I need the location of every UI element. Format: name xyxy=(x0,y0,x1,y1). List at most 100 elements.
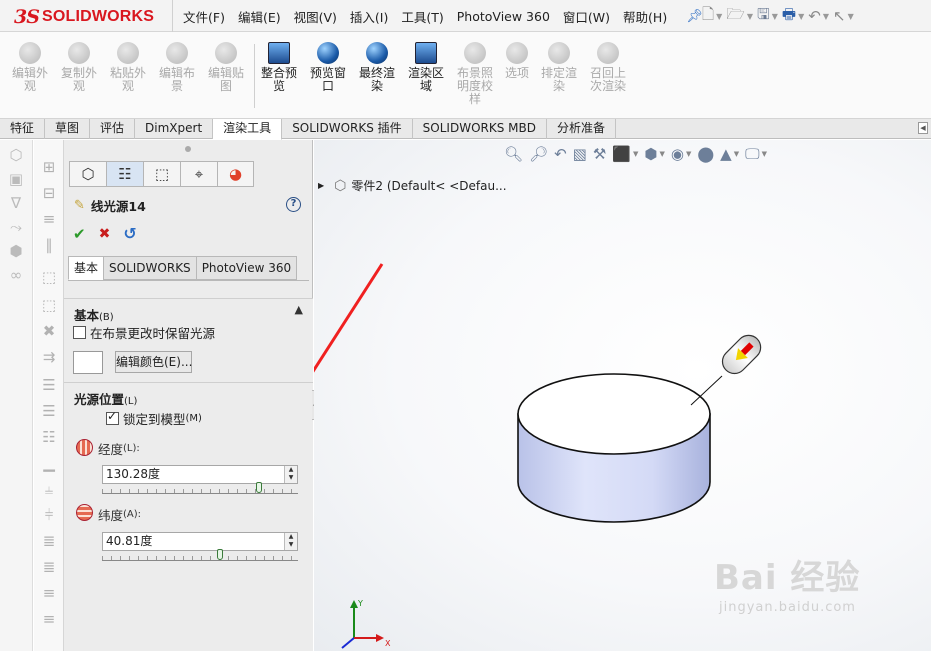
property-manager-icon[interactable]: ▣ xyxy=(7,170,25,188)
align-icon[interactable]: ≣ xyxy=(40,532,58,550)
tab-solidworks-mbd[interactable]: SOLIDWORKS MBD xyxy=(413,119,547,139)
latitude-spinner[interactable]: ▲ ▼ xyxy=(284,533,297,550)
paste-appearance-button[interactable]: 粘贴外观 xyxy=(104,42,152,93)
tab-solidworks-addins[interactable]: SOLIDWORKS 插件 xyxy=(282,119,413,139)
feature-manager-tab[interactable]: ⬡ xyxy=(69,161,106,187)
latitude-input[interactable]: 40.81度 ▲ ▼ xyxy=(102,532,298,551)
tab-photoview[interactable]: PhotoView 360 xyxy=(195,256,298,280)
align-icon[interactable]: ⬚ xyxy=(40,296,58,314)
align-icon[interactable]: ⫨ xyxy=(40,480,58,498)
collapse-ribbon-button[interactable]: ◀ xyxy=(918,122,928,134)
pin-icon[interactable]: 📌︎ xyxy=(686,9,703,24)
tab-solidworks[interactable]: SOLIDWORKS xyxy=(103,256,196,280)
longitude-slider[interactable] xyxy=(102,482,298,494)
schedule-render-button[interactable]: 排定渲染 xyxy=(535,42,583,93)
chevron-up-icon[interactable]: ▲ xyxy=(295,303,303,316)
align-icon[interactable]: ≡ xyxy=(40,610,58,628)
solidworks-logo[interactable]: 3S SOLIDWORKS xyxy=(14,6,154,28)
tab-sketch[interactable]: 草图 xyxy=(45,119,91,139)
new-document-icon: 🗋 xyxy=(702,4,715,23)
menu-tools[interactable]: 工具(T) xyxy=(401,7,443,26)
panel-grip[interactable] xyxy=(185,146,191,152)
ok-button[interactable]: ✔ xyxy=(73,225,86,243)
align-icon[interactable]: ✖ xyxy=(40,322,58,340)
edit-decal-button[interactable]: 编辑贴图 xyxy=(202,42,250,93)
line-light-glyph[interactable] xyxy=(690,330,766,406)
latitude-slider-thumb[interactable] xyxy=(217,549,223,560)
tab-basic[interactable]: 基本 xyxy=(68,256,104,280)
tab-evaluate[interactable]: 评估 xyxy=(90,119,136,139)
align-icon[interactable]: ▁ xyxy=(40,454,58,472)
longitude-spinner[interactable]: ▲ ▼ xyxy=(284,466,297,483)
align-icon[interactable]: ⊟ xyxy=(40,184,58,202)
longitude-input[interactable]: 130.28度 ▲ ▼ xyxy=(102,465,298,484)
align-icon[interactable]: ⊞ xyxy=(40,158,58,176)
save-button[interactable]: 🖫 ▼ xyxy=(757,4,778,29)
button-label: 编辑贴 xyxy=(207,66,244,80)
dimxpert-manager-tab[interactable]: ⌖ xyxy=(180,161,217,187)
menu-help[interactable]: 帮助(H) xyxy=(623,7,667,26)
select-button[interactable]: ↖ ▼ xyxy=(833,7,854,25)
align-icon[interactable]: ☰ xyxy=(40,402,58,420)
feature-manager-icon[interactable]: ⬡ xyxy=(7,146,25,164)
open-button[interactable]: 🗁 ▼ xyxy=(726,4,753,29)
display-manager-tab[interactable]: ◕ xyxy=(217,161,254,187)
lock-to-model-checkbox[interactable] xyxy=(106,409,119,425)
tab-analysis-prep[interactable]: 分析准备 xyxy=(547,119,616,139)
keep-light-checkbox-row[interactable]: 在布景更改时保留光源 xyxy=(73,323,215,342)
integrated-preview-button[interactable]: 整合预览 xyxy=(255,42,303,93)
align-icon[interactable]: ≣ xyxy=(40,558,58,576)
render-region-button[interactable]: 渲染区域 xyxy=(402,42,450,93)
configuration-icon[interactable]: ∇ xyxy=(7,194,25,212)
menu-edit[interactable]: 编辑(E) xyxy=(238,7,281,26)
property-manager-tab[interactable]: ☷ xyxy=(106,161,143,187)
align-icon[interactable]: ⇉ xyxy=(40,348,58,366)
undo-button[interactable]: ↶ ▼ xyxy=(808,7,829,25)
help-icon[interactable]: ? xyxy=(286,197,301,212)
menu-file[interactable]: 文件(F) xyxy=(183,7,225,26)
configuration-manager-tab[interactable]: ⬚ xyxy=(143,161,180,187)
align-icon[interactable]: ⫩ xyxy=(40,506,58,524)
align-icon[interactable]: ⬚ xyxy=(40,268,58,286)
annotation-arrow xyxy=(314,263,384,373)
lock-to-model-row[interactable]: 锁定到模型(M) xyxy=(106,409,202,428)
print-button[interactable]: 🖶 ▼ xyxy=(782,4,804,29)
preview-window-button[interactable]: 预览窗口 xyxy=(304,42,352,93)
group-heading[interactable]: 基本(B) xyxy=(74,305,114,324)
cancel-button[interactable]: ✖ xyxy=(99,226,111,242)
keep-light-checkbox[interactable] xyxy=(73,326,86,339)
tab-dimxpert[interactable]: DimXpert xyxy=(135,119,214,139)
latitude-slider[interactable] xyxy=(102,549,298,561)
panel-title: ✎ 线光源14 xyxy=(74,196,146,215)
options-button[interactable]: 选项 xyxy=(493,42,541,80)
edit-scene-button[interactable]: 编辑布景 xyxy=(153,42,201,93)
menu-photoview[interactable]: PhotoView 360 xyxy=(457,9,550,24)
align-icon[interactable]: ≡ xyxy=(40,210,58,228)
recall-last-render-button[interactable]: 召回上 次渲染 xyxy=(584,42,632,93)
graphics-viewport[interactable]: 🔍︎ 🔎︎ ↶ ▧ ⚒ ⬛ ▼ ⬢ ▼ ◉ ▼ ⬤ ▲ ▼ 🖵︎ ▼ ▶ ⬡ 零件2 (D… xyxy=(314,140,931,651)
new-document-button[interactable]: 🗋 ▼ xyxy=(702,4,722,29)
longitude-slider-thumb[interactable] xyxy=(256,482,262,493)
tab-features[interactable]: 特征 xyxy=(0,119,46,139)
copy-appearance-button[interactable]: 复制外观 xyxy=(55,42,103,93)
edit-color-button[interactable]: 编辑颜色(E)... xyxy=(115,351,192,373)
group-heading[interactable]: 光源位置(L) xyxy=(74,389,137,408)
final-render-button[interactable]: 最终渲染 xyxy=(353,42,401,93)
menu-window[interactable]: 窗口(W) xyxy=(563,7,610,26)
undo-button[interactable]: ↺ xyxy=(123,224,136,243)
sketch-tool-icon[interactable]: ∞ xyxy=(7,266,25,284)
menu-insert[interactable]: 插入(I) xyxy=(350,7,388,26)
align-icon[interactable]: ☷ xyxy=(40,428,58,446)
menu-view[interactable]: 视图(V) xyxy=(294,7,337,26)
edit-appearance-button[interactable]: 编辑外观 xyxy=(6,42,54,93)
scene-illumination-proof-button[interactable]: 布景照 明度校样 xyxy=(451,42,499,106)
light-color-swatch[interactable] xyxy=(73,351,103,374)
dimxpert-icon[interactable]: ⤳ xyxy=(7,218,25,236)
tab-render-tools[interactable]: 渲染工具 xyxy=(213,119,283,140)
align-icon[interactable]: ☰ xyxy=(40,376,58,394)
align-icon[interactable]: ∥ xyxy=(40,236,58,254)
command-manager-tabs: 特征 草图 评估 DimXpert 渲染工具 SOLIDWORKS 插件 SOL… xyxy=(0,118,931,140)
display-manager-icon[interactable]: ⬢ xyxy=(7,242,25,260)
align-icon[interactable]: ≡ xyxy=(40,584,58,602)
cylinder-part[interactable] xyxy=(517,373,711,523)
